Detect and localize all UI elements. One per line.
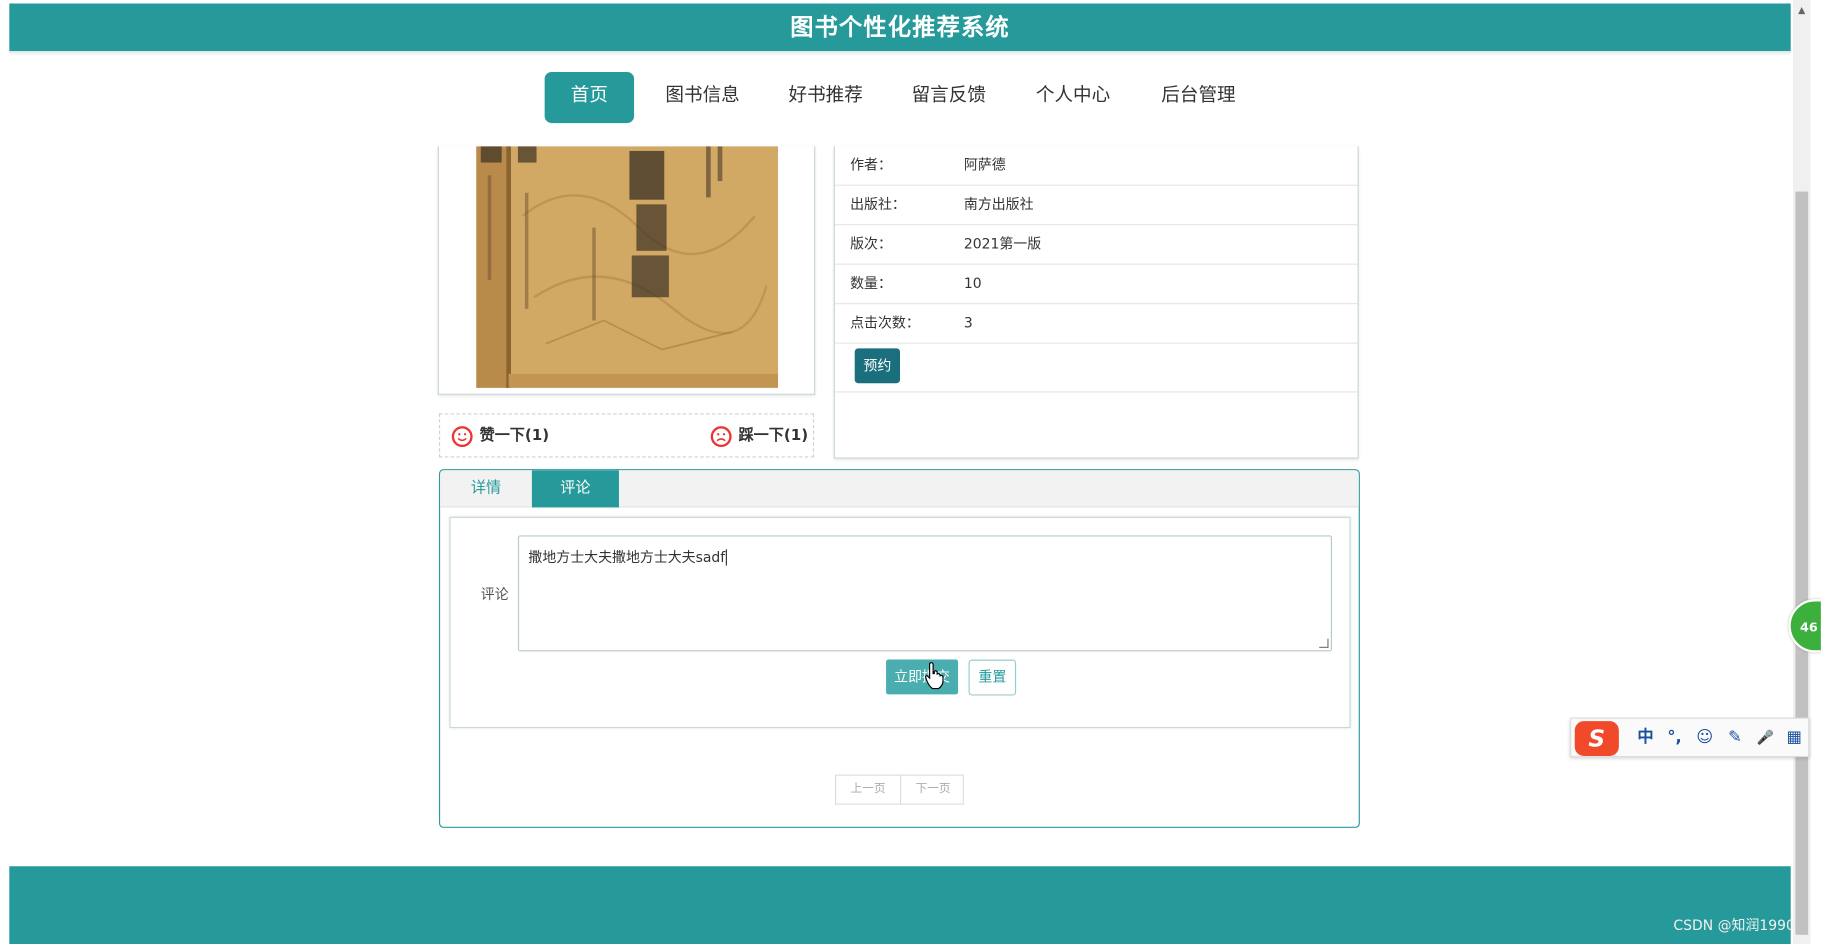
- info-value: 2021第一版: [963, 235, 1042, 252]
- main-nav: 首页 图书信息 好书推荐 留言反馈 个人中心 后台管理: [9, 55, 1791, 147]
- book-info-panel: 作者： 阿萨德 出版社： 南方出版社 版次： 2021第一版 数量： 10 点击…: [833, 146, 1359, 459]
- pen-icon[interactable]: ✎: [1723, 726, 1746, 749]
- info-row-author: 作者： 阿萨德: [834, 146, 1358, 186]
- comment-form: 评论 撒地方士大夫撒地方士大夫sadf 立即提交 重置: [449, 516, 1351, 729]
- nav-item-books[interactable]: 图书信息: [660, 72, 746, 123]
- nav-item-feedback[interactable]: 留言反馈: [906, 72, 992, 123]
- like-button[interactable]: 赞一下(1): [451, 424, 550, 450]
- nav-item-admin[interactable]: 后台管理: [1155, 72, 1241, 123]
- grid-menu-icon[interactable]: ▦: [1783, 726, 1806, 749]
- site-title: 图书个性化推荐系统: [790, 12, 1010, 41]
- tab-details[interactable]: 详情: [440, 470, 532, 507]
- prev-page-button[interactable]: 上一页: [836, 776, 900, 804]
- scroll-up-arrow-icon[interactable]: ▲: [1793, 5, 1810, 17]
- dislike-label: 踩一下(1): [738, 427, 809, 445]
- vote-bar: 赞一下(1) 踩一下(1): [438, 413, 815, 458]
- tab-header: 详情 评论: [440, 470, 1359, 508]
- dislike-button[interactable]: 踩一下(1): [710, 424, 809, 450]
- comment-label: 评论: [480, 586, 509, 603]
- screen: 图书个性化推荐系统 首页 图书信息 好书推荐 留言反馈 个人中心 后台管理 赞一…: [0, 0, 1821, 944]
- nav-item-recommend[interactable]: 好书推荐: [783, 72, 869, 123]
- emoji-icon[interactable]: ☺: [1693, 726, 1716, 749]
- sogou-logo-icon[interactable]: S: [1574, 721, 1619, 756]
- detail-tabs-panel: 详情 评论 评论 撒地方士大夫撒地方士大夫sadf 立即提交 重置 上一页 下一…: [438, 469, 1360, 828]
- info-value: 10: [963, 275, 982, 292]
- frown-icon: [710, 425, 732, 447]
- info-row-publisher: 出版社： 南方出版社: [834, 186, 1358, 226]
- submit-button[interactable]: 立即提交: [886, 659, 959, 695]
- left-edge: [0, 0, 10, 944]
- info-value: 阿萨德: [963, 156, 1006, 174]
- info-label: 作者：: [850, 156, 892, 174]
- nav-item-home[interactable]: 首页: [544, 71, 635, 124]
- comment-text: 撒地方士大夫撒地方士大夫sadf: [528, 549, 726, 566]
- tab-comments[interactable]: 评论: [531, 470, 619, 508]
- next-page-button[interactable]: 下一页: [901, 776, 965, 804]
- browser-viewport: 图书个性化推荐系统 首页 图书信息 好书推荐 留言反馈 个人中心 后台管理 赞一…: [0, 0, 1821, 944]
- scroll-thumb[interactable]: [1795, 191, 1809, 935]
- punctuation-icon[interactable]: °,: [1663, 726, 1686, 749]
- site-footer: [9, 866, 1791, 944]
- info-row-action-divider: [834, 353, 1358, 393]
- text-caret: [726, 549, 728, 566]
- hand-cursor-icon: [924, 662, 944, 690]
- info-row-edition: 版次： 2021第一版: [834, 225, 1358, 265]
- page-scrollbar[interactable]: ▲: [1793, 0, 1811, 944]
- info-value: 3: [963, 314, 973, 331]
- nav-item-profile[interactable]: 个人中心: [1030, 72, 1116, 123]
- info-row-clicks: 点击次数： 3: [834, 304, 1358, 344]
- info-label: 版次：: [850, 235, 892, 252]
- info-label: 点击次数：: [850, 314, 920, 331]
- site-header: 图书个性化推荐系统: [9, 3, 1791, 52]
- book-cover-frame: [437, 146, 816, 395]
- info-label: 出版社：: [850, 196, 906, 213]
- microphone-icon[interactable]: 🎤: [1754, 726, 1777, 749]
- reset-button[interactable]: 重置: [968, 659, 1017, 696]
- right-edge: [1810, 0, 1821, 944]
- info-value: 南方出版社: [963, 196, 1034, 213]
- comment-textarea[interactable]: 撒地方士大夫撒地方士大夫sadf: [517, 535, 1333, 652]
- smile-icon: [451, 425, 473, 447]
- info-row-quantity: 数量： 10: [834, 265, 1358, 305]
- pagination: 上一页 下一页: [834, 774, 965, 805]
- csdn-watermark: CSDN @知润1990: [1673, 917, 1795, 934]
- chinese-mode-icon[interactable]: 中: [1634, 726, 1657, 749]
- info-label: 数量：: [850, 275, 892, 292]
- like-label: 赞一下(1): [479, 427, 550, 445]
- resize-handle[interactable]: [1319, 638, 1329, 648]
- book-cover-image: [476, 146, 779, 388]
- ime-toolbar: S 中 °, ☺ ✎ 🎤 ▦: [1570, 717, 1810, 758]
